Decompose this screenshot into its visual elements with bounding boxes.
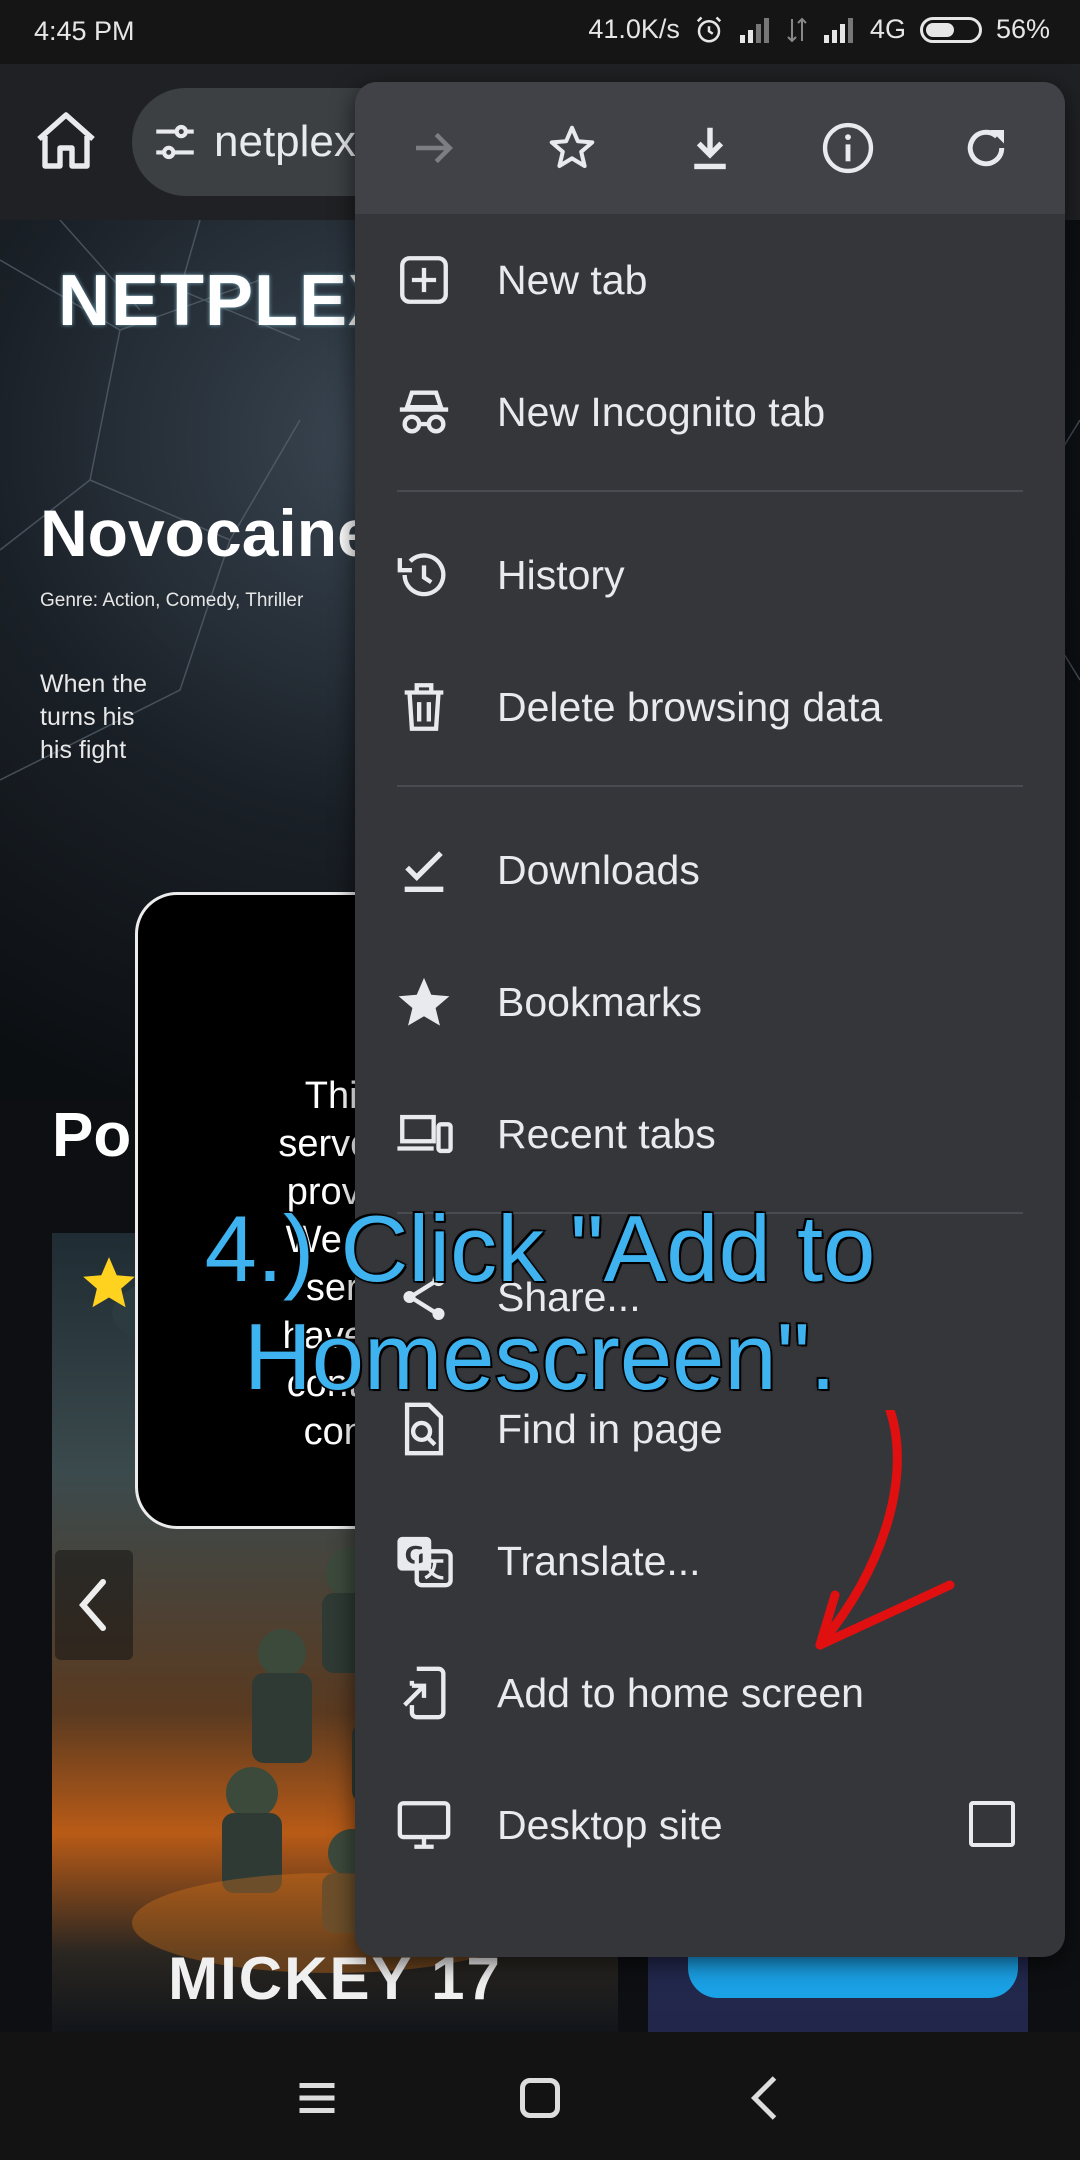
downloads-icon [404,851,444,892]
instruction-line: 4.) Click "Add to [203,1195,877,1303]
description-line: When the [40,670,148,698]
menu-item-desktop-site[interactable]: Desktop site [355,1759,1065,1891]
devices-icon [397,1114,453,1154]
status-icons: 41.0K/s 4G 56% [588,14,1050,45]
menu-item-label: History [497,551,625,598]
home-nav-icon[interactable] [510,2068,570,2128]
menu-item-label: Bookmarks [497,978,703,1025]
menu-item-label: Downloads [497,846,700,893]
desktop-site-checkbox[interactable] [969,1801,1015,1847]
menu-item-label: New tab [497,256,648,303]
status-time: 4:45 PM [34,16,135,46]
browser-overflow-menu: New tab New Incognito tab History Delete… [355,82,1065,1957]
network-speed: 41.0K/s [588,14,680,44]
translate-icon: G [397,1536,453,1588]
recent-apps-icon[interactable] [287,2068,347,2128]
menu-item-label: Delete browsing data [497,683,883,730]
battery-percent: 56% [995,14,1050,44]
menu-item-label: New Incognito tab [497,388,826,435]
chevron-left-icon [79,1579,106,1631]
description-line: his fight [40,736,127,764]
battery-icon [919,16,982,43]
desktop-icon [397,1801,451,1849]
signal-icon [739,17,769,43]
menu-item-history[interactable]: History [355,509,1065,641]
bookmarks-icon [398,977,450,1026]
menu-item-downloads[interactable]: Downloads [355,804,1065,936]
carousel-prev-button[interactable] [55,1550,133,1660]
description-line: turns his [40,703,135,731]
red-pointer-arrow [815,1410,955,1650]
trash-icon [404,683,444,731]
incognito-icon [399,390,449,434]
featured-movie-title: Novocaine [40,496,374,570]
menu-item-label: Recent tabs [497,1110,716,1157]
featured-movie-genre: Genre: Action, Comedy, Thriller [40,590,304,611]
signal-icon-2 [823,17,853,43]
menu-item-new-tab[interactable]: New tab [355,214,1065,346]
status-bar: 4:45 PM 41.0K/s 4G 56% [0,0,1080,64]
menu-item-bookmarks[interactable]: Bookmarks [355,936,1065,1068]
instruction-line: Homescreen". [242,1303,837,1411]
menu-item-recent-tabs[interactable]: Recent tabs [355,1068,1065,1200]
url-text[interactable]: netplex [214,117,356,167]
forward-icon[interactable] [398,112,470,184]
featured-movie-description: When the turns his his fight [40,668,180,767]
menu-action-row [355,82,1065,214]
back-nav-icon[interactable] [737,2068,797,2128]
history-icon [397,553,446,597]
info-icon[interactable] [812,112,884,184]
menu-item-label: Add to home screen [497,1669,864,1716]
alarm-icon [696,16,722,42]
reload-icon[interactable] [950,112,1022,184]
system-navigation-bar [0,2032,1080,2160]
menu-divider [397,490,1023,492]
download-icon[interactable] [674,112,746,184]
new-tab-icon [400,256,448,304]
menu-divider [397,785,1023,787]
section-title: Po [52,1101,132,1170]
site-settings-icon[interactable] [150,117,200,167]
menu-item-label: Translate... [497,1537,701,1584]
data-transfer-icon [787,17,807,42]
site-logo[interactable]: NETPLEX [58,260,397,342]
network-type: 4G [869,14,906,44]
menu-item-label: Desktop site [497,1801,723,1848]
tutorial-instruction: 4.) Click "Add to Homescreen". [0,1195,1080,1411]
menu-item-label: Find in page [497,1405,723,1452]
menu-item-incognito[interactable]: New Incognito tab [355,346,1065,478]
bookmark-star-icon[interactable] [536,112,608,184]
menu-item-delete-browsing-data[interactable]: Delete browsing data [355,641,1065,773]
add-to-home-icon [403,1666,446,1720]
home-icon[interactable] [30,106,102,178]
